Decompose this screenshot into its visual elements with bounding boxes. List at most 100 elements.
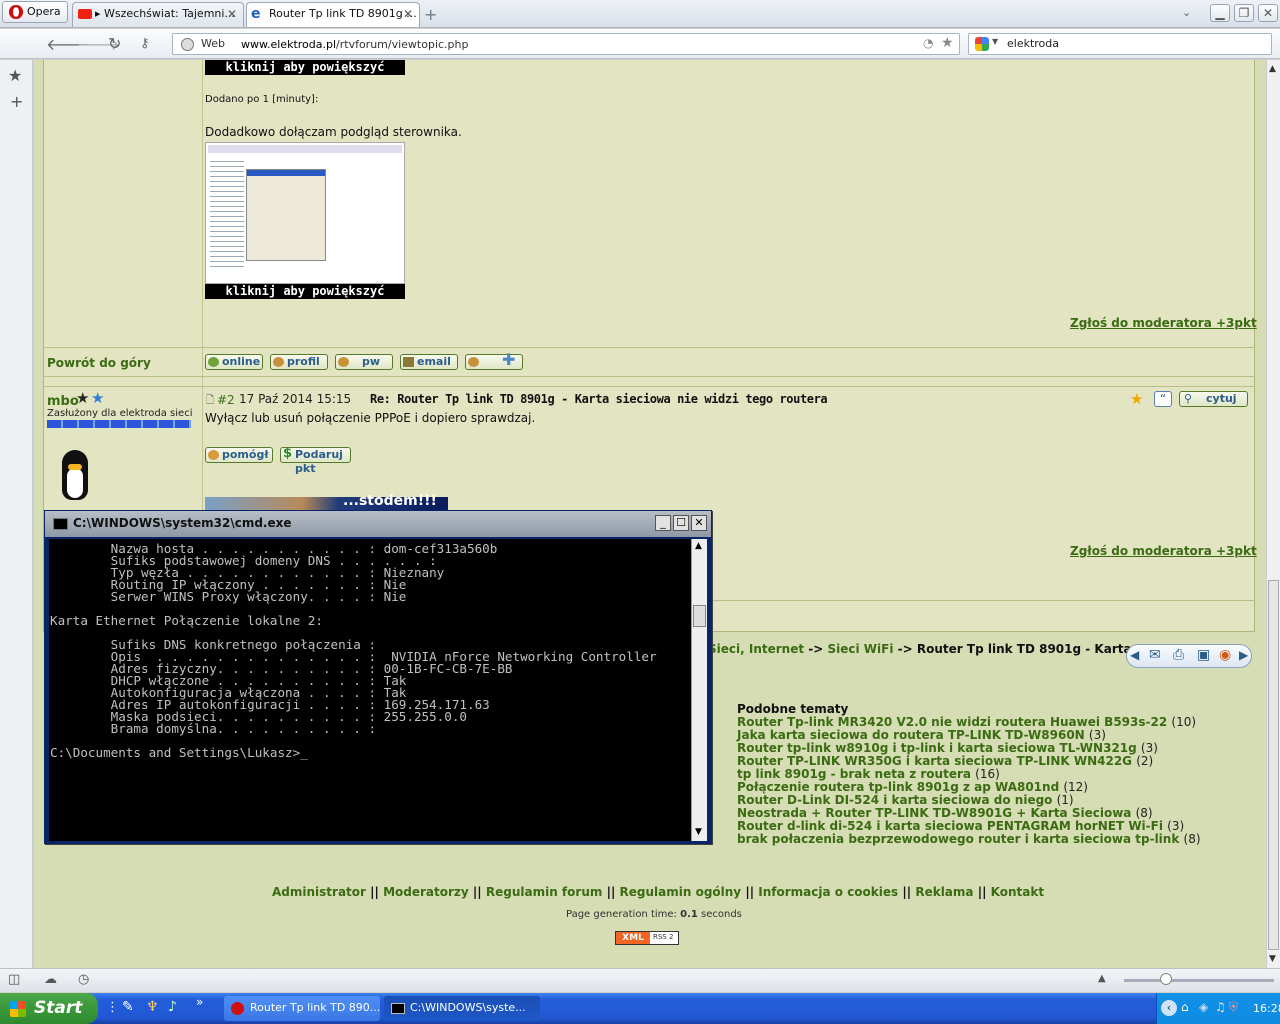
footer-link[interactable]: Regulamin forum	[486, 885, 603, 899]
tab-list-chevron-icon[interactable]: ⌄	[1182, 6, 1191, 19]
view-menu-icon[interactable]: ▲	[1098, 973, 1106, 984]
antivirus-icon[interactable]: ⛨	[1229, 1000, 1238, 1015]
taskbar-item-opera[interactable]: Router Tp link TD 890...	[224, 996, 380, 1021]
cmd-close-button[interactable]: ✕	[691, 515, 707, 531]
footer-link[interactable]: Moderatorzy	[383, 885, 469, 899]
bookmark-star-icon[interactable]: ★	[941, 35, 954, 51]
network-icon[interactable]: ⌂	[1181, 1000, 1189, 1014]
address-url[interactable]: www.elektroda.pl/rtvforum/viewtopic.php	[241, 38, 469, 51]
tray-expand-icon[interactable]: ‹	[1161, 1000, 1177, 1016]
opera-menu-button[interactable]: Opera	[2, 1, 68, 23]
scrollbar-thumb[interactable]	[1268, 580, 1279, 950]
similar-topic-title: Router tp-link w8910g i tp-link i karta …	[737, 741, 1137, 755]
favorite-star-icon[interactable]: ★	[1130, 390, 1143, 408]
search-input[interactable]: elektroda	[1007, 37, 1059, 50]
give-points-button[interactable]: $ Podaruj pkt	[280, 447, 351, 475]
cmd-maximize-button[interactable]: ☐	[673, 515, 689, 531]
cmd-title-bar[interactable]: C:\WINDOWS\system32\cmd.exe _ ☐ ✕	[45, 511, 711, 537]
footer-separator: ||	[606, 885, 616, 899]
avatar-beak	[68, 464, 82, 470]
rank-star-icon: ★	[76, 389, 90, 407]
security-icon[interactable]: ◈	[1199, 1000, 1208, 1014]
report-moderator-link[interactable]: Zgłoś do moderatora +3pkt	[1070, 316, 1257, 330]
reload-icon[interactable]: ↻	[108, 34, 121, 53]
minimize-window-button[interactable]: ▁	[1210, 4, 1230, 22]
cmd-icon	[391, 1003, 405, 1014]
watch-topic-icon[interactable]: ◉	[1219, 647, 1231, 663]
rss-badge[interactable]: XML RSS 2	[615, 931, 679, 945]
footer-link[interactable]: Administrator	[272, 885, 366, 899]
restore-window-button[interactable]: ❐	[1234, 4, 1254, 22]
topic-tools: ◀ ✉ ⎙ ▣ ◉ ▶	[1126, 644, 1252, 668]
scroll-down-icon[interactable]: ▼	[695, 827, 702, 837]
scroll-up-icon[interactable]: ▲	[1269, 64, 1276, 74]
scrollbar-thumb[interactable]	[693, 605, 706, 627]
online-button[interactable]: online	[205, 354, 263, 370]
add-panel-icon[interactable]: +	[10, 92, 23, 111]
close-tab-icon[interactable]: ✕	[403, 3, 413, 25]
driver-screenshot-thumbnail[interactable]	[205, 142, 405, 284]
image-caption[interactable]: kliknij aby powiększyć	[205, 284, 405, 299]
prev-arrow-icon[interactable]: ◀	[1130, 648, 1139, 662]
helped-button[interactable]: pomógł	[205, 447, 273, 463]
volume-icon[interactable]: ♫	[1215, 1000, 1226, 1014]
quicklaunch-app-icon[interactable]: ♪	[168, 999, 177, 1015]
start-button[interactable]: Start	[0, 993, 98, 1024]
quote-marks-button[interactable]: “	[1154, 391, 1172, 407]
post-author[interactable]: mbo	[47, 394, 79, 409]
quote-button[interactable]: ⚲ cytuj	[1179, 391, 1248, 407]
bookmarks-star-icon[interactable]: ★	[8, 66, 22, 85]
footer-link[interactable]: Informacja o cookies	[758, 885, 898, 899]
breadcrumb-item[interactable]: Sieci WiFi	[828, 642, 894, 656]
footer-link[interactable]: Kontakt	[991, 885, 1044, 899]
similar-topic-count: (3)	[1140, 741, 1158, 755]
button-label: pw	[362, 355, 381, 368]
close-tab-icon[interactable]: ✕	[227, 3, 237, 25]
similar-topic-link[interactable]: brak połaczenia bezprzewodowego router i…	[737, 833, 1201, 846]
cmd-output[interactable]: Nazwa hosta . . . . . . . . . . . : dom-…	[49, 539, 691, 841]
back-to-top-link[interactable]: Powrót do góry	[47, 356, 151, 370]
cmd-minimize-button[interactable]: _	[655, 515, 671, 531]
taskbar-item-label: Router Tp link TD 890...	[250, 1001, 380, 1014]
next-arrow-icon[interactable]: ▶	[1239, 648, 1248, 662]
zoom-slider-handle[interactable]	[1160, 973, 1172, 985]
footer-link[interactable]: Reklama	[915, 885, 973, 899]
xml-label: XML	[616, 932, 650, 944]
cmd-window[interactable]: C:\WINDOWS\system32\cmd.exe _ ☐ ✕ Nazwa …	[44, 510, 712, 844]
report-moderator-link[interactable]: Zgłoś do moderatora +3pkt	[1070, 544, 1257, 558]
page-scrollbar[interactable]: ▲ ▼	[1266, 60, 1280, 968]
scroll-up-icon[interactable]: ▲	[695, 541, 702, 551]
email-button[interactable]: email	[400, 354, 458, 370]
scroll-down-icon[interactable]: ▼	[1269, 954, 1276, 964]
rss-feed-icon[interactable]: ◔	[923, 36, 933, 50]
print-icon[interactable]: ⎙	[1173, 647, 1184, 663]
quicklaunch-icon[interactable]: ⋮	[106, 1000, 119, 1015]
address-bar[interactable]: Web www.elektroda.pl/rtvforum/viewtopic.…	[172, 33, 960, 55]
taskbar-item-cmd[interactable]: C:\WINDOWS\syste...	[384, 996, 540, 1021]
cmd-scrollbar[interactable]: ▲ ▼	[691, 539, 707, 841]
breadcrumb-item[interactable]: Sieci, Internet	[708, 642, 804, 656]
email-topic-icon[interactable]: ✉	[1149, 647, 1161, 663]
new-tab-icon[interactable]: +	[424, 5, 437, 24]
rank-star-icon: ★	[91, 389, 105, 407]
panel-toggle-icon[interactable]: ◫	[8, 972, 20, 987]
image-caption[interactable]: kliknij aby powiększyć	[205, 60, 405, 75]
speed-dial-icon[interactable]: ◷	[78, 972, 89, 987]
key-icon[interactable]: ⚷	[140, 36, 150, 51]
quicklaunch-edit-icon[interactable]: ✎	[122, 999, 134, 1015]
footer-link[interactable]: Regulamin ogólny	[620, 885, 742, 899]
quicklaunch-tool-icon[interactable]: ♆	[146, 999, 159, 1015]
pm-button[interactable]: pw	[335, 354, 393, 370]
add-friend-button[interactable]: ✚	[465, 352, 523, 370]
profile-button[interactable]: profil	[270, 354, 328, 370]
zoom-slider[interactable]	[1124, 979, 1274, 982]
turbo-icon[interactable]: ☁	[44, 972, 57, 987]
search-box[interactable]: ▼ elektroda	[968, 33, 1272, 55]
quicklaunch-more-icon[interactable]: »	[196, 995, 203, 1009]
post-number[interactable]: #2	[217, 393, 235, 407]
tab-youtube[interactable]: ▸ Wszechświat: Tajemni... ✕	[72, 2, 244, 27]
close-window-button[interactable]: ✕	[1258, 4, 1278, 22]
search-engine-dropdown-icon[interactable]: ▼	[992, 37, 998, 46]
tab-elektroda[interactable]: e Router Tp link TD 8901g ... ✕	[246, 2, 420, 27]
save-icon[interactable]: ▣	[1197, 647, 1210, 663]
